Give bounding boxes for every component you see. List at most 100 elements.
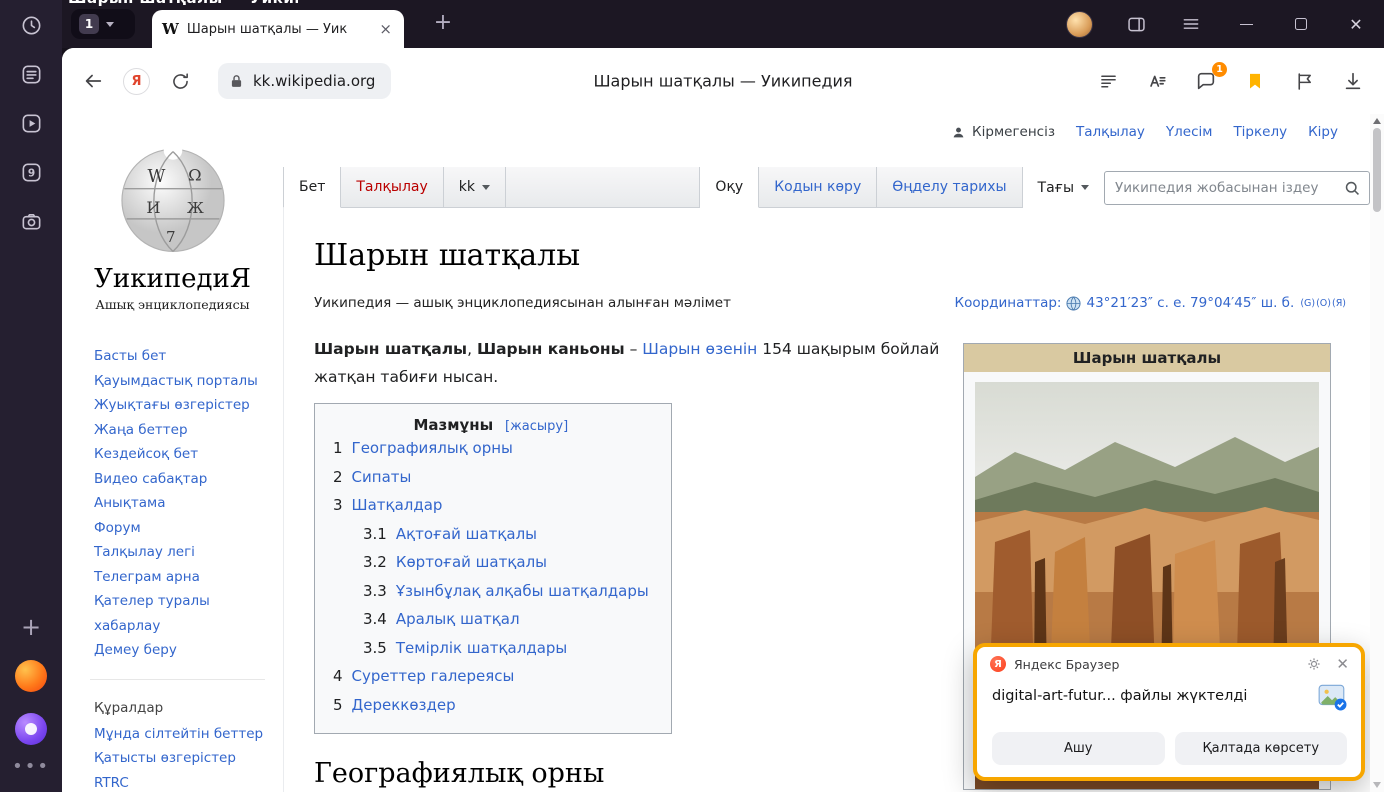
toc-link[interactable]: Сипаты bbox=[352, 463, 412, 492]
browser-menu-button[interactable] bbox=[1179, 12, 1203, 36]
reload-button[interactable] bbox=[167, 68, 193, 94]
wiki-tools-link[interactable]: Мұнда сілтейтін беттер bbox=[94, 722, 269, 747]
toc-link[interactable]: Шатқалдар bbox=[352, 491, 443, 520]
wiki-page-tab[interactable]: kk bbox=[444, 167, 506, 208]
wiki-tabstrip: БетТалқылауkk ОқуКодын көруӨңделу тарихы… bbox=[283, 167, 1370, 208]
toc-link[interactable]: Ақтоғай шатқалы bbox=[396, 520, 537, 549]
toc-link[interactable]: Географиялық орны bbox=[352, 434, 513, 463]
play-icon bbox=[20, 112, 43, 135]
wiki-nav-link[interactable]: Қателер туралы хабарлау bbox=[94, 589, 269, 638]
popup-settings-button[interactable] bbox=[1306, 656, 1322, 672]
screen: 9 + ••• Шарын шатқалы — Уикипедия 1 W bbox=[0, 0, 1384, 792]
popup-close-icon[interactable]: ✕ bbox=[1336, 655, 1349, 673]
browser-tab-active[interactable]: W Шарын шатқалы — Уик × bbox=[152, 10, 404, 48]
translate-button[interactable] bbox=[1144, 68, 1170, 94]
panel-icon bbox=[1126, 14, 1147, 35]
toc-link[interactable]: Көртоғай шатқалы bbox=[396, 548, 547, 577]
wiki-nav-link[interactable]: Видео сабақтар bbox=[94, 467, 269, 492]
tabs-counter-button[interactable]: 9 bbox=[14, 155, 48, 189]
coordinates-service-link[interactable]: (G) bbox=[1300, 298, 1315, 309]
rail-more-button[interactable]: ••• bbox=[14, 750, 48, 784]
wiki-nav-link[interactable]: Талқылау легі bbox=[94, 540, 269, 565]
wiki-view-tab[interactable]: Оқу bbox=[700, 167, 759, 208]
wiki-nav-link[interactable]: Кездейсоқ бет bbox=[94, 442, 269, 467]
tab-close-icon[interactable]: × bbox=[377, 20, 394, 38]
alice-button[interactable] bbox=[14, 712, 48, 746]
lock-icon[interactable] bbox=[228, 73, 245, 90]
intro-fragment: Шарын каньоны bbox=[477, 340, 625, 358]
wiki-nav-link[interactable]: Басты бет bbox=[94, 344, 269, 369]
coordinates-value[interactable]: 43°21′23″ с. е. 79°04′45″ ш. б. bbox=[1086, 295, 1294, 311]
article-tagline: Уикипедия — ашық энциклопедиясынан алынғ… bbox=[314, 295, 731, 311]
window-minimize-button[interactable] bbox=[1234, 12, 1258, 36]
toc-number: 3.1 bbox=[363, 520, 387, 549]
wiki-nav-link[interactable]: Анықтама bbox=[94, 491, 269, 516]
wiki-search-input[interactable] bbox=[1104, 171, 1370, 205]
toc-link[interactable]: Дереккөздер bbox=[352, 691, 456, 720]
minimize-icon bbox=[1240, 24, 1253, 25]
side-panel-button[interactable] bbox=[1124, 12, 1148, 36]
hamburger-icon bbox=[1181, 14, 1201, 34]
wiki-page-tab[interactable]: Талқылау bbox=[341, 167, 443, 208]
user-menu-link[interactable]: Тіркелу bbox=[1233, 124, 1287, 140]
tab-group-pill[interactable]: 1 bbox=[71, 9, 135, 39]
downloads-button[interactable] bbox=[1340, 68, 1366, 94]
user-menu-link[interactable]: Талқылау bbox=[1076, 124, 1145, 140]
new-tab-button[interactable]: + bbox=[430, 11, 456, 37]
user-menu-link[interactable]: Кіру bbox=[1308, 124, 1338, 140]
toc-link[interactable]: Темірлік шатқалдары bbox=[396, 634, 567, 663]
user-menu-link[interactable]: Үлесім bbox=[1166, 124, 1213, 140]
wiki-view-tab[interactable]: Өңделу тарихы bbox=[877, 167, 1022, 208]
reviews-button[interactable]: 1 bbox=[1193, 68, 1219, 94]
wikipedia-favicon: W bbox=[162, 20, 179, 38]
feed-button[interactable] bbox=[14, 57, 48, 91]
coordinates-service-link[interactable]: (O) bbox=[1316, 298, 1331, 309]
url-text: kk.wikipedia.org bbox=[253, 72, 375, 90]
rail-add-button[interactable]: + bbox=[14, 610, 48, 644]
wiki-view-tab[interactable]: Тағы bbox=[1023, 167, 1104, 208]
toc-hide-toggle[interactable]: [жасыру] bbox=[505, 419, 568, 434]
user-menu-link[interactable]: Кірмегенсіз bbox=[972, 124, 1055, 140]
collections-button[interactable] bbox=[1291, 68, 1317, 94]
page-scrollbar bbox=[1370, 114, 1384, 792]
video-button[interactable] bbox=[14, 106, 48, 140]
history-button[interactable] bbox=[14, 8, 48, 42]
reader-mode-button[interactable] bbox=[1095, 68, 1121, 94]
window-maximize-button[interactable] bbox=[1289, 12, 1313, 36]
wiki-nav-link[interactable]: Демеу беру bbox=[94, 638, 269, 663]
titlebar-right-controls: ✕ bbox=[1066, 0, 1368, 48]
popup-action-button[interactable]: Қалтада көрсету bbox=[1175, 732, 1348, 765]
toc-item: 2 Сипаты bbox=[333, 463, 649, 492]
wiki-tools-link[interactable]: Қатысты өзгерістер bbox=[94, 746, 269, 771]
wiki-tools-heading: Құралдар bbox=[62, 700, 283, 716]
back-button[interactable] bbox=[80, 68, 106, 94]
bookmark-button[interactable] bbox=[1242, 68, 1268, 94]
coordinates-service-link[interactable]: (Я) bbox=[1332, 298, 1346, 309]
scroll-up-arrow[interactable] bbox=[1373, 118, 1381, 124]
yandex-start-button[interactable] bbox=[14, 659, 48, 693]
wiki-page-tab[interactable]: Бет bbox=[283, 167, 341, 208]
window-close-button[interactable]: ✕ bbox=[1344, 12, 1368, 36]
coordinates-label[interactable]: Координаттар: bbox=[954, 295, 1061, 311]
tab-title: Шарын шатқалы — Уик bbox=[187, 22, 370, 37]
wiki-nav-link[interactable]: Қауымдастық порталы bbox=[94, 369, 269, 394]
wiki-nav-link[interactable]: Телеграм арна bbox=[94, 565, 269, 590]
wiki-nav-link[interactable]: Жаңа беттер bbox=[94, 418, 269, 443]
address-bar[interactable]: kk.wikipedia.org bbox=[218, 63, 391, 99]
wikipedia-logo[interactable]: W Ω И Ж 7 bbox=[62, 140, 283, 260]
wiki-nav-link[interactable]: Жуықтағы өзгерістер bbox=[94, 393, 269, 418]
wiki-nav-link[interactable]: Форум bbox=[94, 516, 269, 541]
scroll-down-arrow[interactable] bbox=[1373, 782, 1381, 788]
wiki-tools-link[interactable]: RTRC bbox=[94, 771, 269, 792]
toc-link[interactable]: Суреттер галереясы bbox=[352, 662, 515, 691]
popup-action-button[interactable]: Ашу bbox=[992, 732, 1165, 765]
search-icon[interactable] bbox=[1344, 180, 1361, 201]
toc-link[interactable]: Ұзынбұлақ алқабы шатқалдары bbox=[396, 577, 649, 606]
screenshot-button[interactable] bbox=[14, 204, 48, 238]
toc-link[interactable]: Аралық шатқал bbox=[396, 605, 520, 634]
yandex-search-button[interactable]: Я bbox=[123, 68, 150, 95]
profile-avatar[interactable] bbox=[1066, 11, 1093, 38]
scrollbar-thumb[interactable] bbox=[1373, 128, 1381, 212]
toc-number: 3 bbox=[333, 491, 343, 520]
wiki-view-tab[interactable]: Кодын көру bbox=[759, 167, 877, 208]
